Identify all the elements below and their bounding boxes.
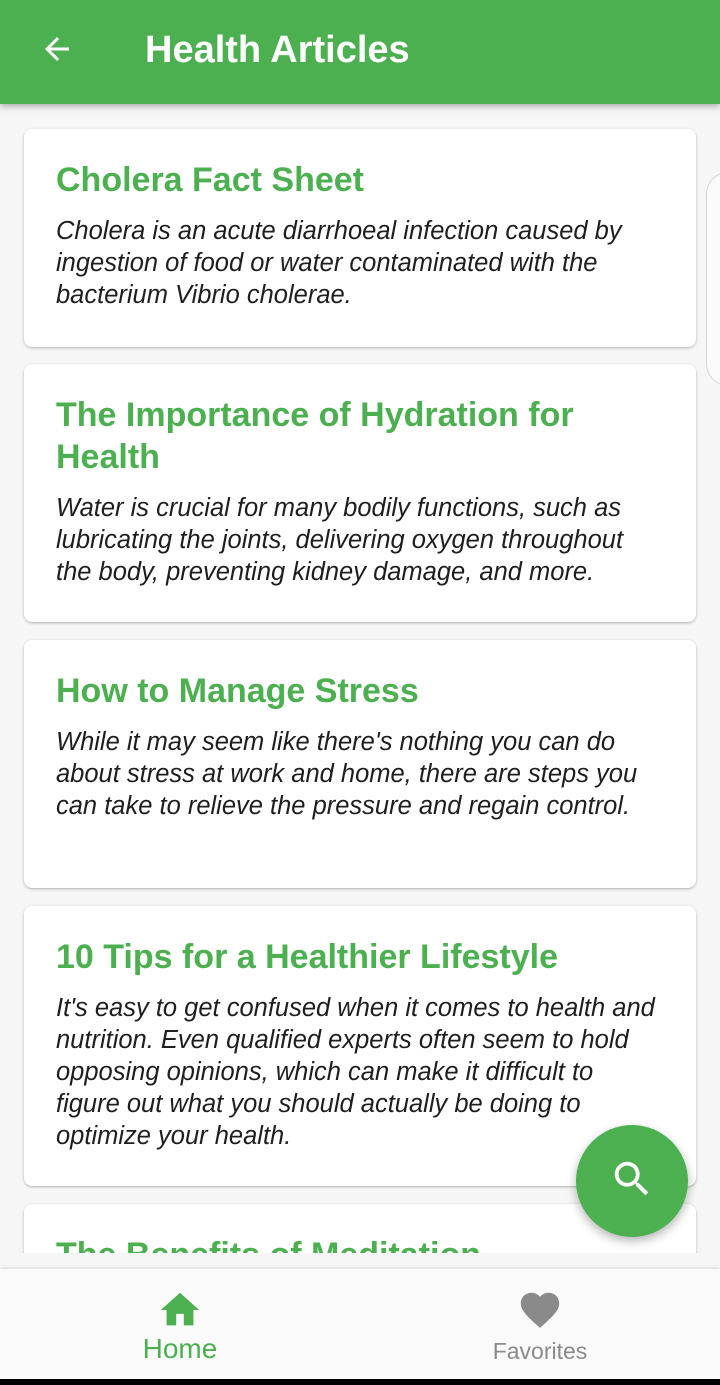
article-card[interactable]: The Importance of Hydration for Health W…	[24, 364, 696, 622]
nav-item-home[interactable]: Home	[0, 1269, 360, 1379]
app-bar: Health Articles	[0, 0, 720, 104]
nav-label-home: Home	[142, 1333, 218, 1364]
nav-label-favorites: Favorites	[492, 1338, 588, 1364]
search-button[interactable]	[576, 1125, 688, 1237]
search-icon	[609, 1156, 655, 1207]
arrow-back-icon	[39, 31, 75, 72]
article-title: Cholera Fact Sheet	[56, 161, 364, 199]
edge-panel-handle[interactable]	[706, 172, 720, 386]
article-card[interactable]: How to Manage Stress While it may seem l…	[24, 640, 696, 888]
nav-item-favorites[interactable]: Favorites	[360, 1269, 720, 1379]
article-title: How to Manage Stress	[56, 672, 419, 710]
heart-icon	[517, 1287, 563, 1338]
article-summary: It's easy to get confused when it comes …	[56, 994, 655, 1150]
article-title: The Benefits of Meditation	[56, 1234, 664, 1253]
article-summary: Cholera is an acute diarrhoeal infection…	[56, 217, 622, 309]
article-summary: Water is crucial for many bodily functio…	[56, 494, 624, 586]
bottom-navigation: Home Favorites	[0, 1269, 720, 1379]
article-title: 10 Tips for a Healthier Lifestyle	[56, 938, 558, 976]
page-title: Health Articles	[145, 29, 410, 71]
article-list[interactable]: Cholera Fact Sheet Cholera is an acute d…	[0, 104, 720, 1253]
article-summary: While it may seem like there's nothing y…	[56, 728, 638, 820]
article-title: The Importance of Hydration for Health	[56, 396, 574, 476]
back-button[interactable]	[30, 24, 84, 78]
home-icon	[157, 1287, 203, 1338]
system-bar	[0, 1379, 720, 1385]
article-card[interactable]: Cholera Fact Sheet Cholera is an acute d…	[24, 129, 696, 347]
